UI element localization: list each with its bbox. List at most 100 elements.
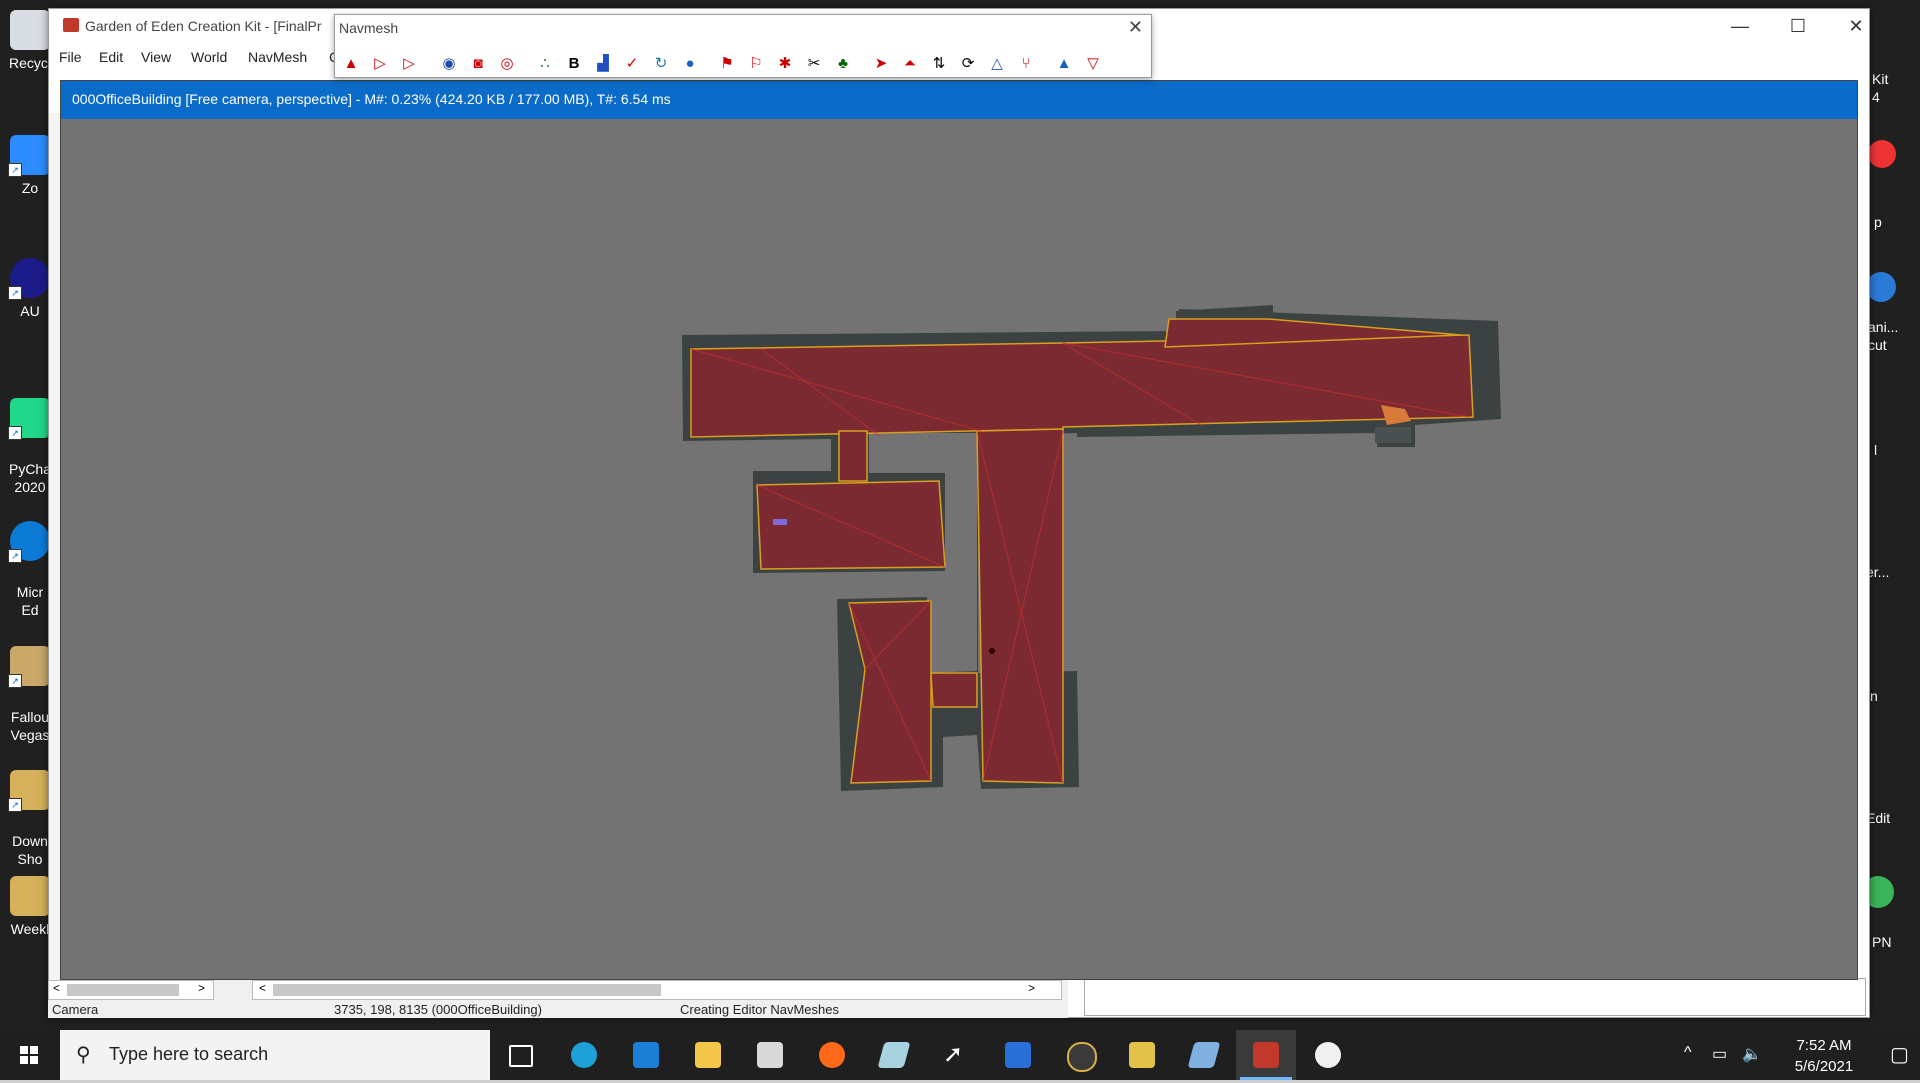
flag-red-icon[interactable]: ⚑ xyxy=(715,53,739,75)
edge-icon xyxy=(571,1042,597,1068)
status-coords: 3735, 198, 8135 (000OfficeBuilding) xyxy=(334,1002,542,1017)
desktop-right-label[interactable]: PN xyxy=(1872,934,1891,950)
scroll-thumb[interactable] xyxy=(273,984,661,996)
view-red-eye-icon[interactable]: ◙ xyxy=(466,53,490,75)
desktop-right-label[interactable]: p xyxy=(1874,214,1882,230)
b-toggle-icon[interactable]: B xyxy=(562,53,586,75)
firefox-icon xyxy=(819,1042,845,1068)
taskbar-file-explorer[interactable] xyxy=(678,1030,738,1080)
zoom-icon: ↗ xyxy=(8,135,50,177)
taskbar-notepad[interactable] xyxy=(740,1030,800,1080)
taskbar-eraser[interactable] xyxy=(864,1030,924,1080)
taskbar-paint[interactable] xyxy=(1298,1030,1358,1080)
create-triangle-outline-icon[interactable]: ▷ xyxy=(368,53,392,75)
navmesh-title: Navmesh xyxy=(339,20,399,36)
create-triangle-icon[interactable]: ▲ xyxy=(339,53,363,75)
monitor-icon xyxy=(1005,1042,1031,1068)
scroll-thumb[interactable] xyxy=(67,984,179,996)
status-bar: < > < > Camera 3735, 198, 8135 (000Offic… xyxy=(48,980,1068,1018)
clock-date: 5/6/2021 xyxy=(1794,1058,1854,1075)
desktop-icon-label: Fallou Vegas xyxy=(10,709,50,743)
vertex-dots-icon[interactable]: ∴ xyxy=(533,53,557,75)
menu-view[interactable]: View xyxy=(141,49,171,65)
help-icon[interactable]: ● xyxy=(678,53,702,75)
arrow-up-red-icon[interactable]: ⏶ xyxy=(898,53,922,75)
flag-outline-icon[interactable]: ⚐ xyxy=(744,53,768,75)
desktop-right-label[interactable]: l xyxy=(1874,442,1877,458)
rotate-cycle-icon[interactable]: ⟳ xyxy=(956,53,980,75)
search-placeholder: Type here to search xyxy=(109,1044,269,1064)
triangle-check-icon[interactable]: ▽ xyxy=(1081,53,1105,75)
render-window-title: 000OfficeBuilding [Free camera, perspect… xyxy=(72,91,671,107)
close-button[interactable]: ✕ xyxy=(1827,9,1885,43)
desktop-right-label[interactable]: n xyxy=(1870,688,1878,704)
menu-navmesh[interactable]: NavMesh xyxy=(248,49,307,65)
menu-edit[interactable]: Edit xyxy=(99,49,123,65)
scroll-left-icon[interactable]: < xyxy=(259,981,266,995)
check-icon[interactable]: ✓ xyxy=(620,53,644,75)
volume-icon[interactable]: 🔈 xyxy=(1742,1044,1762,1064)
arrow-red-icon[interactable]: ➤ xyxy=(869,53,893,75)
network-icon[interactable]: ▭ xyxy=(1712,1044,1727,1064)
clock-time: 7:52 AM xyxy=(1796,1037,1852,1054)
cover-icon[interactable]: ▟ xyxy=(591,53,615,75)
fork-icon[interactable]: ⑂ xyxy=(1014,53,1038,75)
scroll-right-icon[interactable]: > xyxy=(1028,981,1035,995)
gem-icon xyxy=(1187,1042,1221,1068)
sword-icon[interactable]: ✂ xyxy=(802,53,826,75)
taskbar-gems[interactable] xyxy=(1174,1030,1234,1080)
notification-icon[interactable]: ▢ xyxy=(1890,1042,1909,1067)
start-button[interactable] xyxy=(0,1030,58,1080)
gear-icon xyxy=(1067,1042,1097,1072)
task-view-button[interactable] xyxy=(490,1030,550,1080)
taskbar-remote-desktop[interactable] xyxy=(988,1030,1048,1080)
folder-icon xyxy=(695,1042,721,1068)
folder-icon: ↗ xyxy=(8,646,50,688)
navmesh-floorplan xyxy=(682,305,1501,791)
render-viewport[interactable] xyxy=(61,119,1857,979)
desktop-right-label[interactable]: ani... cut xyxy=(1868,318,1898,354)
clock[interactable]: 7:52 AM 5/6/2021 xyxy=(1764,1035,1884,1077)
menu-bar: File Edit View World NavMesh C xyxy=(49,47,349,69)
marker-purple xyxy=(773,519,787,525)
chevron-up-icon[interactable]: ^ xyxy=(1684,1044,1692,1062)
mountain-icon[interactable]: ▲ xyxy=(1052,53,1076,75)
recycle-bin-icon xyxy=(10,10,50,50)
minimize-button[interactable]: — xyxy=(1711,9,1769,43)
view-eye-2-icon[interactable]: ◎ xyxy=(495,53,519,75)
desktop-right-label[interactable]: Kit 4 xyxy=(1872,70,1888,106)
taskbar-firefox[interactable] xyxy=(802,1030,862,1080)
render-title-bar: 000OfficeBuilding [Free camera, perspect… xyxy=(61,81,1857,119)
close-icon[interactable]: ✕ xyxy=(1128,17,1143,38)
desktop-icon-label: Zo xyxy=(21,180,39,196)
taskbar-mail[interactable] xyxy=(616,1030,676,1080)
folder-icon: ↗ xyxy=(8,770,50,812)
view-eye-icon[interactable]: ◉ xyxy=(437,53,461,75)
taskbar-creation-kit[interactable] xyxy=(1236,1030,1296,1080)
triangle-a-icon[interactable]: △ xyxy=(985,53,1009,75)
navmesh-triangles xyxy=(690,318,1474,784)
maximize-button[interactable]: ☐ xyxy=(1769,9,1827,43)
taskbar-cursor-tool[interactable]: ➚ xyxy=(926,1030,986,1080)
taskbar-settings-app[interactable] xyxy=(1050,1030,1110,1080)
rotate-icon[interactable]: ↻ xyxy=(649,53,673,75)
scroll-left-icon[interactable]: < xyxy=(53,981,60,995)
scroll-right-icon[interactable]: > xyxy=(198,981,205,995)
desktop-icon-label: PyCha 2020 xyxy=(8,461,52,495)
taskbar-notes[interactable] xyxy=(1112,1030,1172,1080)
search-box[interactable]: ⚲ Type here to search xyxy=(60,1030,490,1080)
bottom-scrollbar[interactable]: < > xyxy=(252,980,1062,1000)
arrows-updown-icon[interactable]: ⇅ xyxy=(927,53,951,75)
create-triangle-light-icon[interactable]: ▷ xyxy=(397,53,421,75)
flag-star-icon[interactable]: ✱ xyxy=(773,53,797,75)
menu-world[interactable]: World xyxy=(191,49,227,65)
desktop-icon-label: Weekl xyxy=(10,921,50,937)
menu-file[interactable]: File xyxy=(59,49,82,65)
palm-icon[interactable]: ♣ xyxy=(831,53,855,75)
taskbar-edge[interactable] xyxy=(554,1030,614,1080)
wall-notch xyxy=(1375,427,1411,443)
search-icon: ⚲ xyxy=(76,1044,91,1066)
left-scrollbar[interactable]: < > xyxy=(48,980,214,1000)
app-icon xyxy=(1868,140,1896,168)
status-camera: Camera xyxy=(52,1002,99,1017)
